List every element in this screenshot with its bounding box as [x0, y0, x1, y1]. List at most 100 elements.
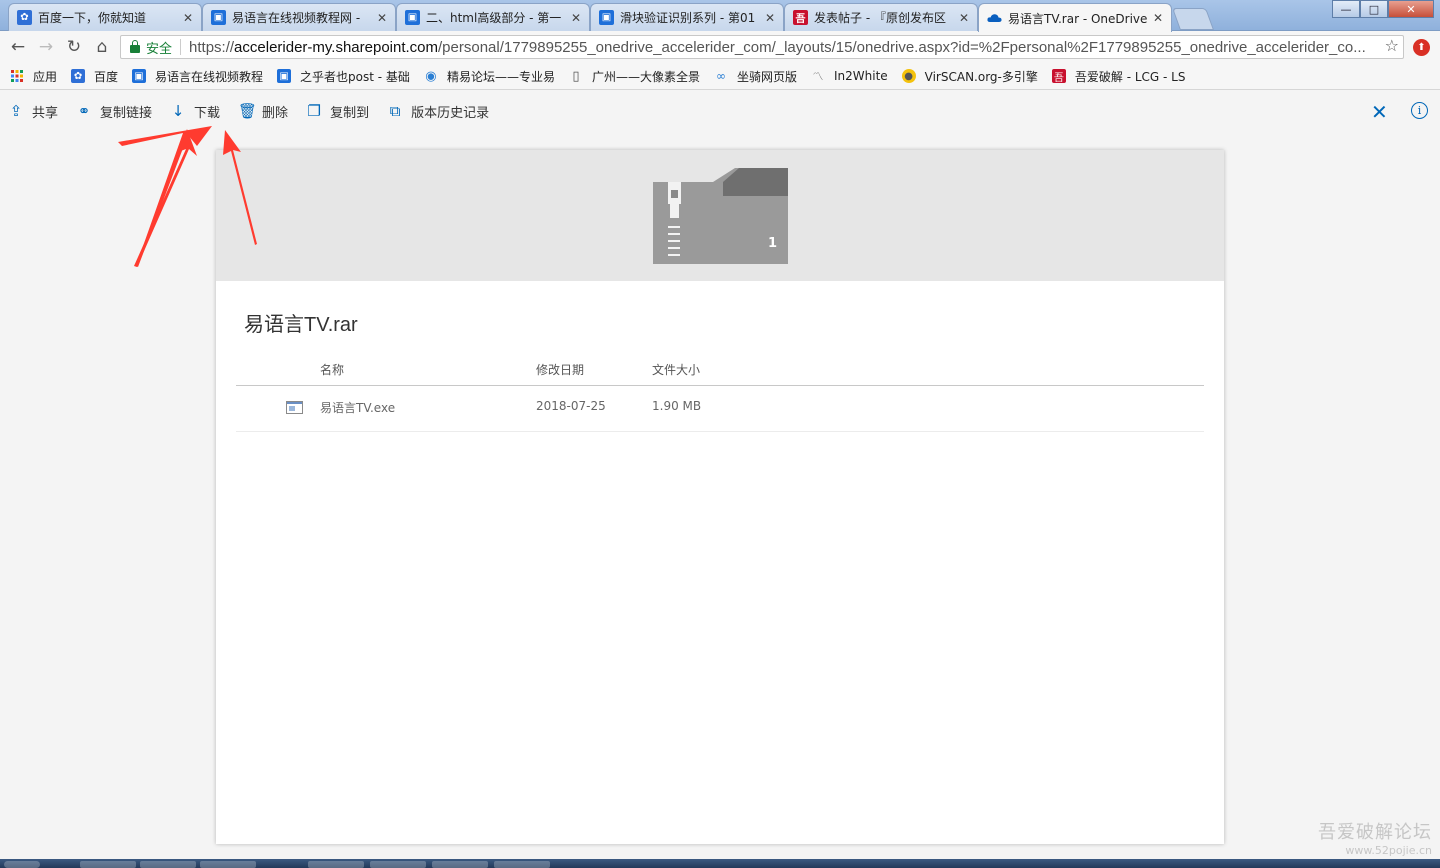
- copy-to-button[interactable]: ❐ 复制到: [306, 102, 369, 121]
- taskbar-item[interactable]: [432, 861, 488, 868]
- share-label: 共享: [32, 105, 59, 121]
- copy-to-label: 复制到: [330, 105, 370, 121]
- tab-close-icon[interactable]: ✕: [181, 11, 195, 25]
- bookmark-guangzhou-panorama[interactable]: ▯ 广州——大像素全景: [569, 68, 700, 85]
- bookmark-virscan[interactable]: ● VirSCAN.org-多引擎: [901, 68, 1038, 85]
- back-arrow-icon[interactable]: ←: [8, 37, 28, 57]
- url-host: accelerider-my.sharepoint.com: [234, 38, 439, 56]
- url-scheme: https://: [189, 38, 235, 56]
- trash-icon: 🗑: [238, 102, 258, 120]
- new-tab-button[interactable]: [1171, 8, 1215, 30]
- home-icon[interactable]: ⌂: [92, 37, 112, 57]
- download-label: 下载: [194, 105, 221, 121]
- taskbar-item[interactable]: [370, 861, 426, 868]
- tab-post-thread[interactable]: 吾 发表帖子 - 『原创发布区 ✕: [784, 3, 978, 31]
- taskbar-item[interactable]: [80, 861, 136, 868]
- onedrive-command-bar: ⇪ 共享 ⚭ 复制链接 ↓ 下载 🗑 删除 ❐ 复制到 ⧉ 版本历史记录 ✕ i: [0, 91, 1440, 131]
- version-history-button[interactable]: ⧉ 版本历史记录: [387, 102, 489, 121]
- taskbar-item[interactable]: [494, 861, 550, 868]
- tab-baidu[interactable]: ✿ 百度一下，你就知道 ✕: [8, 3, 202, 31]
- archive-item-count: 1: [768, 236, 778, 251]
- download-icon: ↓: [171, 102, 185, 120]
- browser-title-bar: ✿ 百度一下，你就知道 ✕ ▣ 易语言在线视频教程网 - ✕ ▣ 二、html高…: [0, 0, 1440, 32]
- copy-link-button[interactable]: ⚭ 复制链接: [76, 102, 152, 121]
- tab-html-advanced[interactable]: ▣ 二、html高级部分 - 第一 ✕: [396, 3, 590, 31]
- watermark-url: www.52pojie.cn: [1345, 844, 1432, 857]
- url-text[interactable]: https://accelerider-my.sharepoint.com/pe…: [189, 39, 1403, 56]
- 52pojie-icon: 吾: [793, 10, 808, 25]
- share-button[interactable]: ⇪ 共享: [8, 102, 58, 121]
- address-bar[interactable]: 安全 https://accelerider-my.sharepoint.com…: [120, 35, 1404, 59]
- start-button[interactable]: [4, 861, 40, 868]
- file-size: 1.90 MB: [652, 399, 702, 413]
- delete-button[interactable]: 🗑 删除: [238, 102, 288, 121]
- tab-title: 二、html高级部分 - 第一: [426, 11, 562, 25]
- forward-arrow-icon[interactable]: →: [36, 37, 56, 57]
- copy-link-label: 复制链接: [100, 105, 153, 121]
- bookmark-label: In2White: [833, 69, 888, 83]
- tab-title: 发表帖子 - 『原创发布区: [814, 11, 946, 25]
- file-list-row[interactable]: 易语言TV.exe 2018-07-25 1.90 MB: [236, 386, 1204, 432]
- browser-toolbar: ← → ↻ ⌂ 安全 https://accelerider-my.sharep…: [0, 31, 1440, 63]
- chart-icon: 〽: [812, 70, 824, 83]
- minimize-button[interactable]: —: [1332, 0, 1360, 18]
- column-header-size[interactable]: 文件大小: [652, 361, 700, 378]
- info-icon[interactable]: i: [1411, 102, 1428, 119]
- window-controls: — □ ✕: [1332, 0, 1434, 18]
- tv-icon: ▣: [405, 10, 420, 25]
- bookmark-zhihu-post[interactable]: ▣ 之乎者也post - 基础: [277, 68, 410, 85]
- tab-close-icon[interactable]: ✕: [763, 11, 777, 25]
- bookmark-zuoqi[interactable]: ∞ 坐骑网页版: [714, 68, 797, 85]
- archive-preview-card: 1 易语言TV.rar 名称 修改日期 文件大小 易语言TV.exe 2018-…: [216, 150, 1224, 844]
- windows-taskbar: [0, 859, 1440, 868]
- divider: [180, 39, 182, 55]
- bookmark-star-icon[interactable]: ☆: [1385, 36, 1399, 55]
- close-icon[interactable]: ✕: [1371, 100, 1388, 124]
- preview-header: 1: [216, 150, 1224, 281]
- tab-title: 百度一下，你就知道: [38, 11, 147, 25]
- file-name[interactable]: 易语言TV.exe: [320, 399, 395, 416]
- maximize-button[interactable]: □: [1360, 0, 1388, 18]
- apps-grid-icon: [10, 69, 24, 83]
- tab-title: 易语言在线视频教程网 -: [232, 11, 361, 25]
- bookmark-baidu[interactable]: ✿ 百度: [71, 68, 118, 85]
- watermark-title: 吾爱破解论坛: [1318, 822, 1432, 843]
- tv-icon: ▣: [277, 69, 292, 83]
- bookmarks-bar: 应用 ✿ 百度 ▣ 易语言在线视频教程 ▣ 之乎者也post - 基础 ◉ 精易…: [0, 63, 1440, 90]
- tab-close-icon[interactable]: ✕: [375, 11, 389, 25]
- tab-eyuyan-video[interactable]: ▣ 易语言在线视频教程网 - ✕: [202, 3, 396, 31]
- bookmark-in2white[interactable]: 〽 In2White: [811, 69, 888, 83]
- secure-label: 安全: [146, 41, 173, 57]
- tab-close-icon[interactable]: ✕: [957, 11, 971, 25]
- eye-icon: ◉: [425, 68, 437, 84]
- annotation-arrow-middle: [134, 129, 197, 267]
- close-window-button[interactable]: ✕: [1388, 0, 1434, 18]
- archive-file-name: 易语言TV.rar: [244, 314, 358, 336]
- bookmark-apps[interactable]: 应用: [10, 68, 57, 85]
- baidu-paw-icon: ✿: [17, 10, 32, 25]
- bookmark-jingyi-forum[interactable]: ◉ 精易论坛——专业易: [424, 68, 555, 85]
- delete-label: 删除: [262, 105, 289, 121]
- lock-icon: [130, 40, 140, 53]
- watermark: 吾爱破解论坛 www.52pojie.cn: [1300, 818, 1432, 857]
- link-icon: ∞: [715, 69, 726, 83]
- download-button[interactable]: ↓ 下载: [170, 102, 220, 121]
- file-modified-date: 2018-07-25: [536, 399, 606, 413]
- taskbar-item[interactable]: [200, 861, 256, 868]
- tab-slider-captcha[interactable]: ▣ 滑块验证识别系列 - 第01 ✕: [590, 3, 784, 31]
- tab-close-icon[interactable]: ✕: [1151, 11, 1165, 25]
- column-header-name[interactable]: 名称: [320, 361, 344, 378]
- url-path: /personal/1779895255_onedrive_acceleride…: [438, 38, 1366, 56]
- extension-icon[interactable]: ⬆: [1413, 39, 1430, 56]
- reload-icon[interactable]: ↻: [64, 37, 84, 57]
- bookmark-eyuyan-video[interactable]: ▣ 易语言在线视频教程: [132, 68, 263, 85]
- share-icon: ⇪: [9, 102, 23, 120]
- taskbar-item[interactable]: [308, 861, 364, 868]
- tab-close-icon[interactable]: ✕: [569, 11, 583, 25]
- bookmark-label: 广州——大像素全景: [591, 69, 700, 84]
- exe-file-icon: [286, 401, 303, 414]
- column-header-modified[interactable]: 修改日期: [536, 361, 584, 378]
- tab-onedrive[interactable]: 易语言TV.rar - OneDrive ✕: [978, 3, 1172, 32]
- taskbar-item[interactable]: [140, 861, 196, 868]
- bookmark-52pojie[interactable]: 吾 吾爱破解 - LCG - LS: [1051, 68, 1185, 85]
